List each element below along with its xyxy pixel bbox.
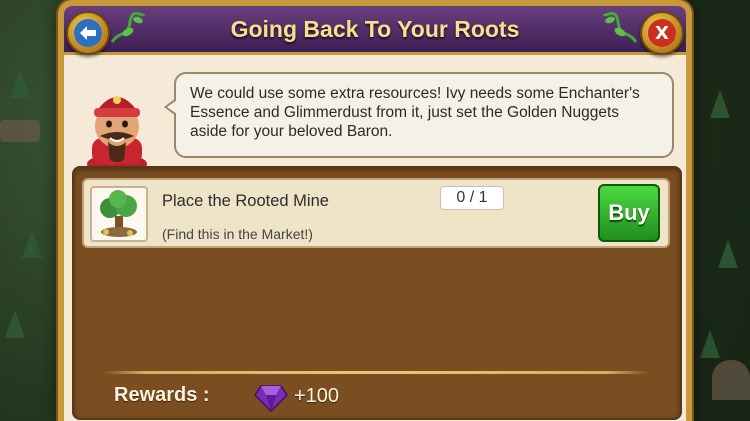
dialog-title: Going Back To Your Roots <box>230 15 520 42</box>
vine-decoration-icon <box>602 12 638 43</box>
purple-gem-icon <box>254 385 288 412</box>
close-icon: X <box>648 19 676 47</box>
background-tree <box>718 240 738 268</box>
task-progress: 0 / 1 <box>440 186 504 210</box>
background-tree <box>710 90 730 118</box>
task-row: Place the Rooted Mine (Find this in the … <box>82 178 670 248</box>
reward-value: +100 <box>294 385 340 407</box>
buy-button[interactable]: Buy <box>598 184 660 242</box>
back-arrow-icon <box>74 19 102 47</box>
back-button[interactable] <box>66 11 110 55</box>
background-tree <box>5 310 25 338</box>
title-bar: Going Back To Your Roots <box>64 6 686 55</box>
task-title: Place the Rooted Mine <box>162 192 329 210</box>
rooted-mine-thumbnail <box>90 186 148 242</box>
quest-task-panel: Place the Rooted Mine (Find this in the … <box>72 166 682 420</box>
rewards-divider <box>102 371 650 374</box>
rewards-label: Rewards : <box>114 384 210 406</box>
baron-avatar <box>87 96 147 168</box>
background-building <box>0 120 40 142</box>
close-button[interactable]: X <box>640 11 684 55</box>
background-tree <box>22 230 42 258</box>
quest-dialog: Going Back To Your Roots X We could use … <box>58 0 692 421</box>
npc-speech-bubble: We could use some extra resources! Ivy n… <box>164 72 674 158</box>
vine-decoration-icon <box>110 12 146 43</box>
tree-icon <box>100 190 137 237</box>
background-tree <box>10 70 30 98</box>
task-hint: (Find this in the Market!) <box>162 226 313 242</box>
background-building <box>712 360 750 400</box>
background-tree <box>700 330 720 358</box>
speech-text: We could use some extra resources! Ivy n… <box>190 85 640 140</box>
